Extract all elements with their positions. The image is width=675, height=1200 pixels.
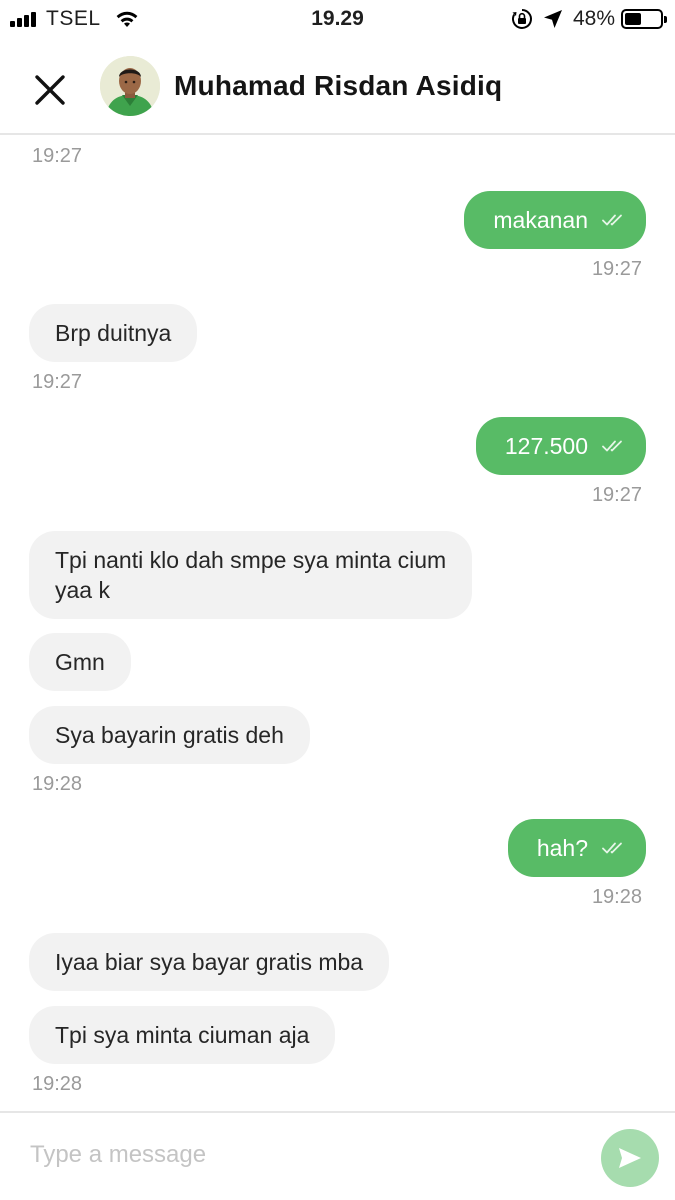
- message-text: Gmn: [55, 649, 105, 675]
- message-input[interactable]: [30, 1133, 570, 1177]
- status-bar: TSEL 19.29 48%: [0, 0, 675, 40]
- status-right: 48%: [501, 6, 667, 32]
- message-line: yaa k: [55, 577, 110, 603]
- double-check-icon: [602, 842, 622, 854]
- outgoing-message[interactable]: hah?: [507, 819, 646, 877]
- message-timestamp: 19:27: [32, 145, 83, 167]
- send-button[interactable]: [601, 1129, 659, 1187]
- double-check-icon: [602, 214, 622, 226]
- message-timestamp: 19:27: [591, 484, 642, 506]
- message-timestamp: 19:27: [32, 371, 83, 393]
- incoming-message[interactable]: Sya bayarin gratis deh: [29, 706, 310, 764]
- battery-icon: [621, 9, 667, 29]
- message-composer: [0, 1111, 675, 1200]
- incoming-message[interactable]: Iyaa biar sya bayar gratis mba: [29, 933, 390, 991]
- contact-avatar[interactable]: [100, 56, 160, 116]
- double-check-icon: [602, 440, 622, 452]
- message-line: Tpi nanti klo dah smpe sya minta cium: [55, 547, 447, 573]
- message-text: Tpi sya minta ciuman aja: [55, 1022, 310, 1048]
- message-timestamp: 19:28: [32, 1073, 83, 1095]
- close-button[interactable]: [26, 66, 74, 114]
- avatar-image: [100, 56, 160, 116]
- location-arrow-icon: [543, 10, 562, 28]
- rotation-lock-icon: [511, 9, 532, 29]
- message-text: Iyaa biar sya bayar gratis mba: [55, 949, 364, 975]
- message-timestamp: 19:28: [591, 886, 642, 908]
- message-text: Tpi nanti klo dah smpe sya minta cium ya…: [55, 545, 446, 605]
- message-timestamp: 19:28: [32, 773, 83, 795]
- incoming-message[interactable]: Brp duitnya: [29, 304, 198, 362]
- message-list[interactable]: 19:27 makanan 19:27 Brp duitnya 19:27 12…: [0, 137, 675, 1109]
- message-text: Brp duitnya: [55, 320, 172, 346]
- message-text: hah?: [536, 835, 588, 861]
- message-text: 127.500: [504, 433, 588, 459]
- message-text: makanan: [493, 207, 588, 233]
- outgoing-message[interactable]: 127.500: [475, 417, 646, 475]
- incoming-message[interactable]: Gmn: [29, 633, 131, 691]
- message-timestamp: 19:27: [591, 258, 642, 280]
- message-text: Sya bayarin gratis deh: [55, 722, 284, 748]
- outgoing-message[interactable]: makanan: [464, 191, 646, 249]
- close-icon: [35, 75, 65, 105]
- incoming-message[interactable]: Tpi sya minta ciuman aja: [29, 1006, 336, 1064]
- chat-header: Muhamad Risdan Asidiq: [0, 40, 675, 135]
- contact-name: Muhamad Risdan Asidiq: [174, 70, 503, 101]
- send-icon: [619, 1148, 641, 1168]
- battery-percent: 48%: [572, 7, 615, 30]
- battery-level: [625, 13, 642, 25]
- incoming-message[interactable]: Tpi nanti klo dah smpe sya minta cium ya…: [29, 531, 473, 619]
